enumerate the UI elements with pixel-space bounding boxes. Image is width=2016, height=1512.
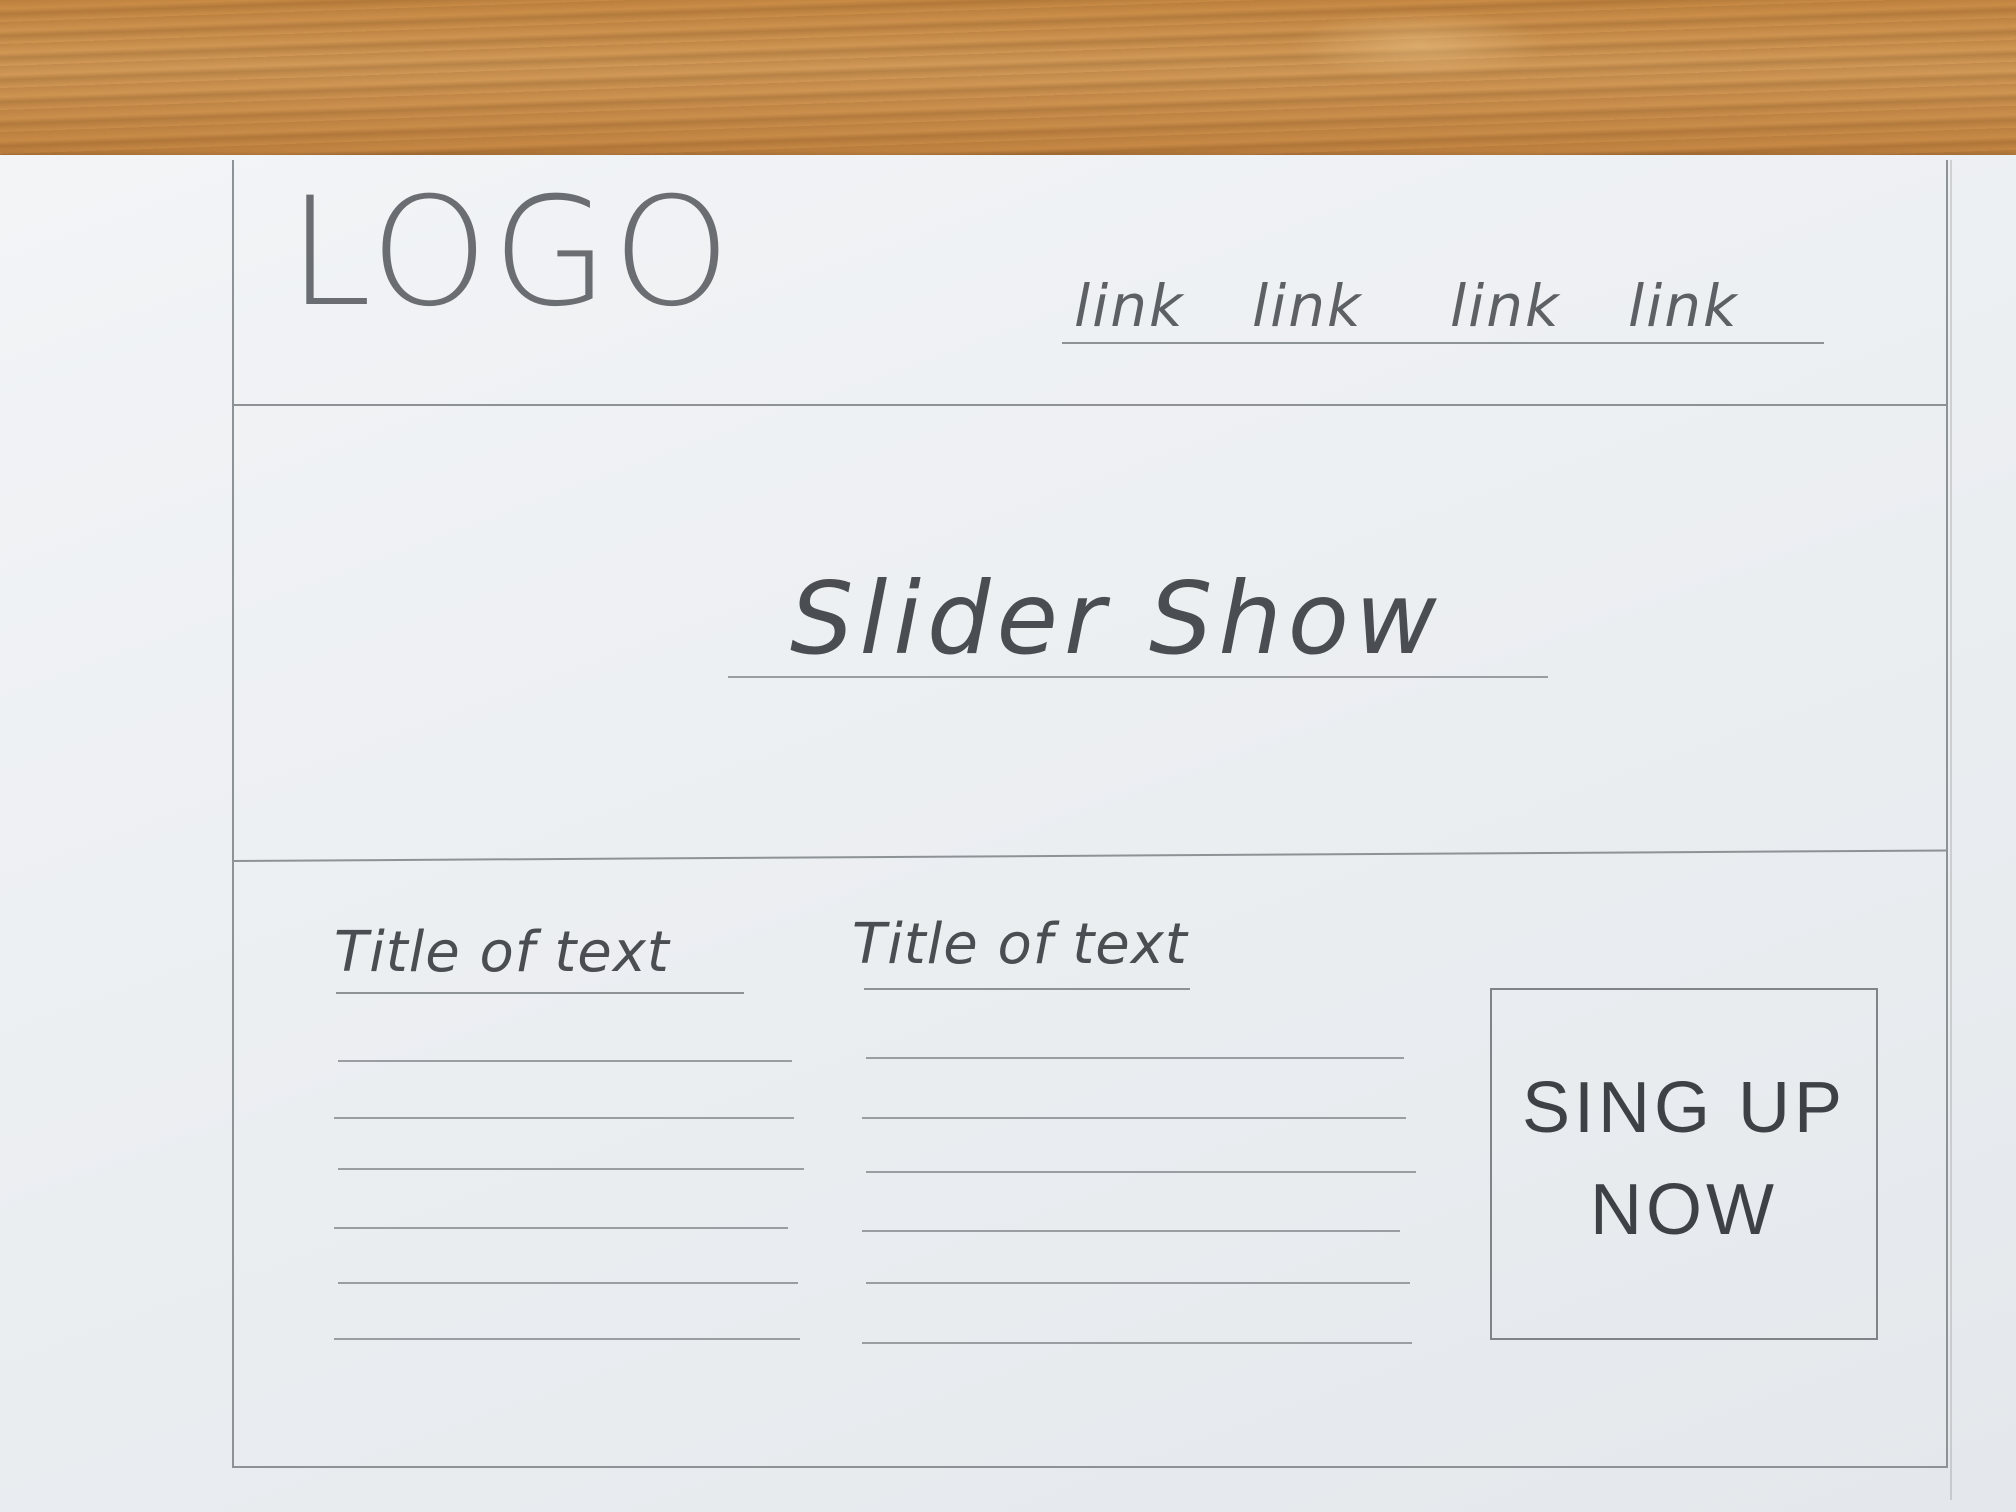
placeholder-text-line	[334, 1338, 800, 1340]
title-underline	[336, 992, 744, 994]
placeholder-text-line	[866, 1171, 1416, 1173]
placeholder-text-line	[338, 1060, 792, 1062]
sign-up-label-line-1: SING UP	[1521, 1068, 1847, 1148]
placeholder-text-line	[862, 1342, 1412, 1344]
site-logo[interactable]: LOGO	[288, 178, 735, 328]
paper-edge-line	[1950, 160, 1952, 1500]
placeholder-text-line	[338, 1168, 804, 1170]
wood-knot	[1290, 10, 1550, 80]
placeholder-text-line	[862, 1230, 1400, 1232]
wooden-table-background	[0, 0, 2016, 165]
placeholder-text-line	[334, 1117, 794, 1119]
sign-up-label-line-2: NOW	[1590, 1170, 1778, 1250]
top-navigation: link link link link	[1062, 258, 1824, 344]
column-title: Title of text	[334, 920, 670, 985]
placeholder-text-line	[862, 1117, 1406, 1119]
placeholder-text-line	[866, 1057, 1404, 1059]
placeholder-text-line	[334, 1227, 788, 1229]
placeholder-text-line	[866, 1282, 1410, 1284]
slider-label-underline	[728, 676, 1548, 678]
nav-link-1[interactable]: link	[1074, 272, 1185, 340]
sign-up-now-button[interactable]: SING UP NOW	[1490, 988, 1878, 1340]
title-underline	[864, 988, 1190, 990]
header-divider	[234, 404, 1948, 406]
placeholder-text-line	[338, 1282, 798, 1284]
slider-show-label: Slider Show	[790, 560, 1443, 677]
column-title: Title of text	[852, 912, 1188, 977]
nav-link-3[interactable]: link	[1450, 272, 1561, 340]
nav-link-2[interactable]: link	[1252, 272, 1363, 340]
nav-link-4[interactable]: link	[1628, 272, 1739, 340]
